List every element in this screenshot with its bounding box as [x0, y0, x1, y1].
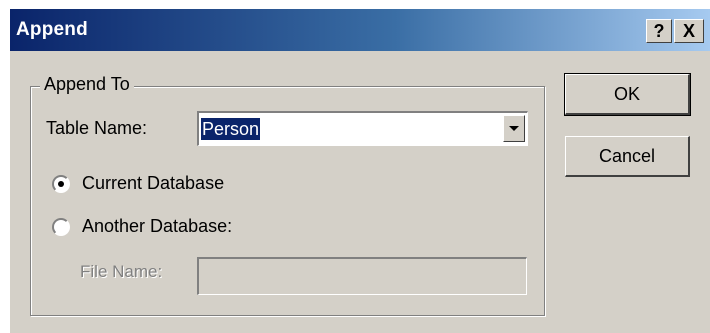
cancel-button[interactable]: Cancel	[565, 136, 690, 177]
window-title: Append	[16, 19, 88, 40]
file-name-label: File Name:	[80, 262, 163, 281]
table-name-value[interactable]: Person	[201, 118, 261, 140]
current-database-label[interactable]: Current Database	[82, 173, 224, 194]
help-button[interactable]: ?	[646, 19, 672, 43]
table-name-combobox[interactable]: Person	[197, 111, 528, 146]
another-database-radio[interactable]	[52, 218, 70, 236]
group-label: Append To	[40, 74, 134, 95]
dropdown-arrow-icon[interactable]	[503, 115, 525, 142]
title-bar[interactable]: Append ? X	[10, 9, 710, 51]
ok-button[interactable]: OK	[564, 73, 691, 116]
append-dialog: Append ? X Append To Table Name: Person …	[10, 9, 710, 333]
table-name-label: Table Name:	[46, 118, 148, 138]
close-button[interactable]: X	[674, 19, 704, 43]
current-database-radio[interactable]	[52, 175, 70, 193]
another-database-label[interactable]: Another Database:	[82, 216, 232, 237]
file-name-field[interactable]	[197, 257, 527, 295]
